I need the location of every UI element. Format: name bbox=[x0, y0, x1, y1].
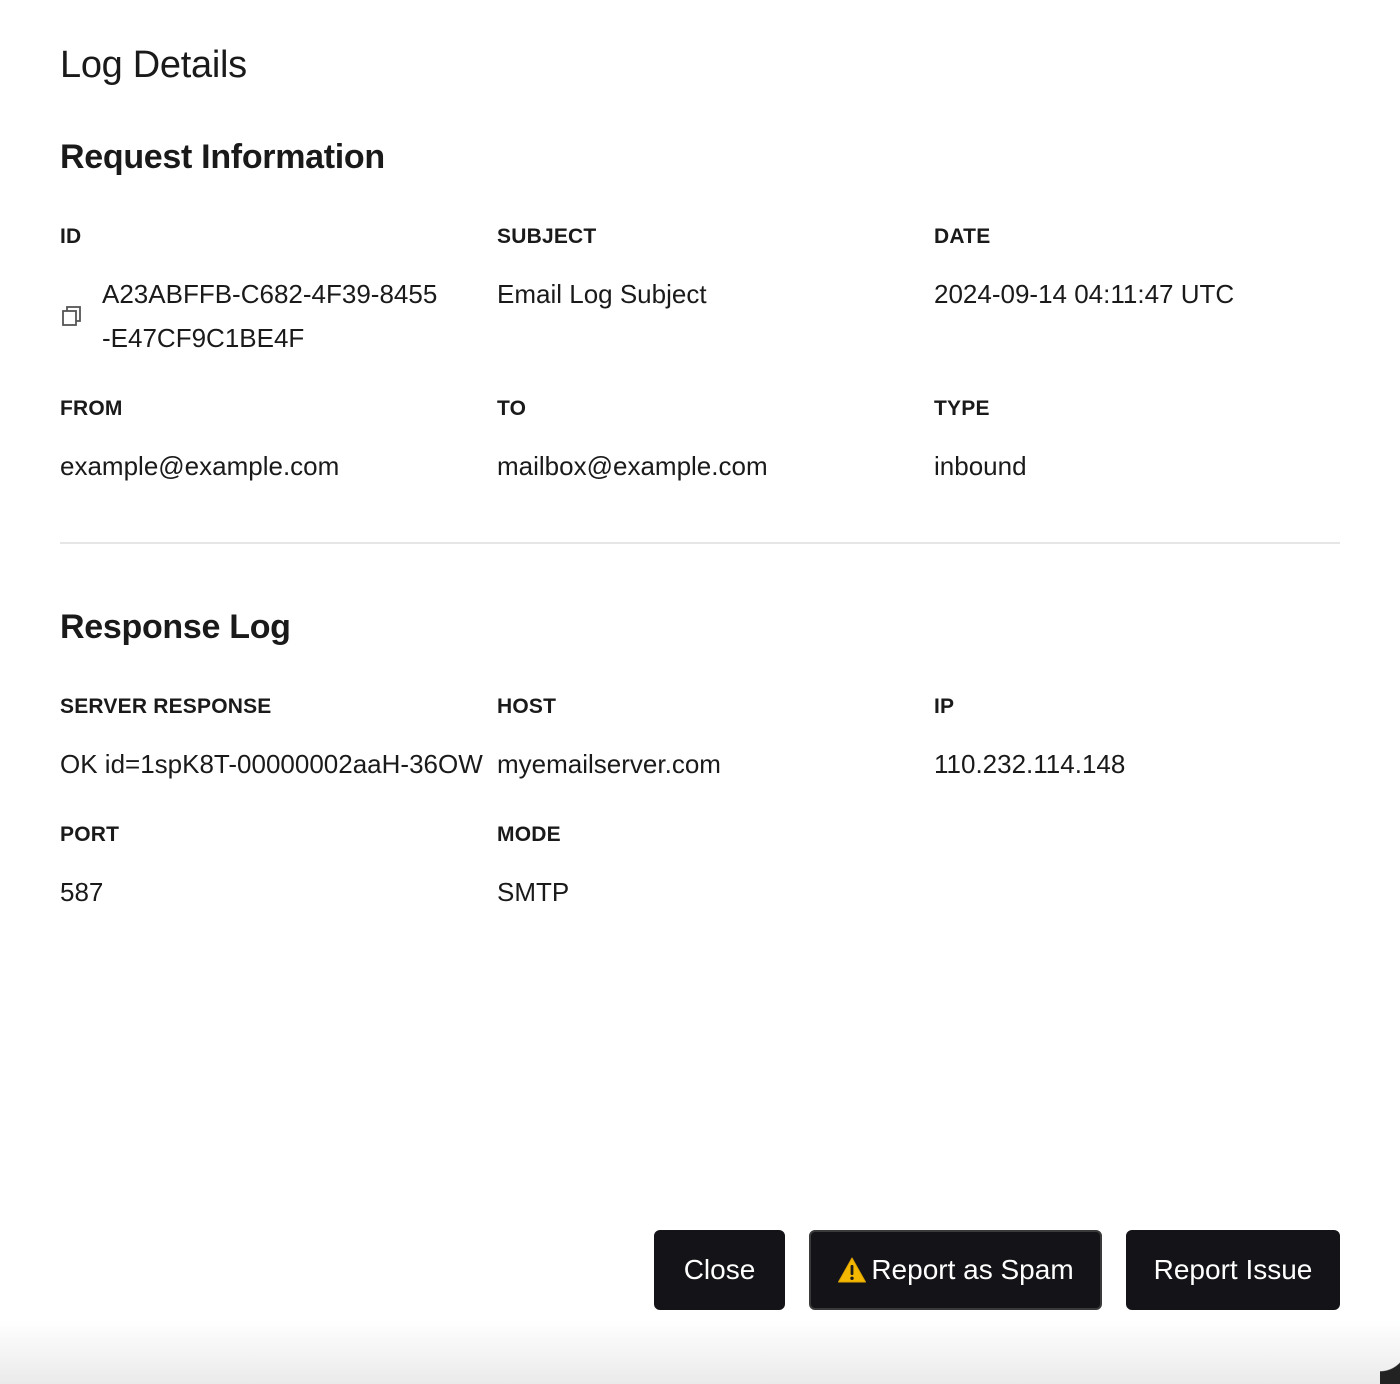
field-type-value: inbound bbox=[934, 451, 1027, 481]
field-server-response: SERVER RESPONSE OK id=1spK8T-00000002aaH… bbox=[60, 694, 490, 786]
close-button[interactable]: Close bbox=[654, 1230, 785, 1310]
field-mode-label: MODE bbox=[497, 823, 561, 846]
field-id-label: ID bbox=[60, 225, 82, 248]
field-date-value: 2024-09-14 04:11:47 UTC bbox=[934, 279, 1235, 309]
field-mode-value: SMTP bbox=[497, 877, 570, 907]
field-server-response-label: SERVER RESPONSE bbox=[60, 695, 272, 718]
field-from-label: FROM bbox=[60, 397, 123, 420]
field-id-value-row: A23ABFFB-C682-4F39-8455-E47CF9C1BE4F bbox=[60, 272, 480, 360]
field-from: FROM example@example.com bbox=[60, 396, 480, 488]
field-ip-label: IP bbox=[934, 695, 955, 718]
field-server-response-value: OK id=1spK8T-00000002aaH-36OW bbox=[60, 749, 483, 779]
dialog-title: Log Details bbox=[60, 44, 247, 86]
field-to: TO mailbox@example.com bbox=[497, 396, 917, 488]
report-spam-button-label: Report as Spam bbox=[871, 1254, 1074, 1285]
section-divider bbox=[60, 542, 1340, 544]
field-subject-label: SUBJECT bbox=[497, 225, 597, 248]
report-spam-button[interactable]: Report as Spam bbox=[809, 1230, 1102, 1310]
field-subject-value: Email Log Subject bbox=[497, 279, 707, 309]
field-type: TYPE inbound bbox=[934, 396, 1354, 488]
copy-icon[interactable] bbox=[60, 304, 84, 328]
bottom-shadow bbox=[0, 1320, 1400, 1384]
report-issue-button[interactable]: Report Issue bbox=[1126, 1230, 1340, 1310]
request-information-heading: Request Information bbox=[60, 138, 385, 176]
window-corner bbox=[1380, 1344, 1400, 1384]
field-port-value: 587 bbox=[60, 877, 104, 907]
field-to-label: TO bbox=[497, 397, 527, 420]
field-to-value: mailbox@example.com bbox=[497, 451, 768, 481]
field-host: HOST myemailserver.com bbox=[497, 694, 917, 786]
field-from-value: example@example.com bbox=[60, 451, 340, 481]
close-button-label: Close bbox=[683, 1254, 756, 1285]
field-host-value: myemailserver.com bbox=[497, 749, 721, 779]
field-date-label: DATE bbox=[934, 225, 991, 248]
field-ip: IP 110.232.114.148 bbox=[934, 694, 1354, 786]
report-issue-button-label: Report Issue bbox=[1153, 1254, 1313, 1285]
field-mode: MODE SMTP bbox=[497, 822, 917, 914]
field-subject: SUBJECT Email Log Subject bbox=[497, 224, 917, 316]
warning-icon bbox=[838, 1257, 867, 1283]
field-port: PORT 587 bbox=[60, 822, 480, 914]
field-id-value: A23ABFFB-C682-4F39-8455-E47CF9C1BE4F bbox=[102, 279, 438, 353]
field-date: DATE 2024-09-14 04:11:47 UTC bbox=[934, 224, 1354, 316]
field-port-label: PORT bbox=[60, 823, 120, 846]
log-details-dialog: Log Details Request Information ID A23AB… bbox=[0, 0, 1400, 1384]
field-host-label: HOST bbox=[497, 695, 557, 718]
field-id: ID A23ABFFB-C682-4F39-8455-E47CF9C1BE4F bbox=[60, 224, 480, 360]
field-ip-value: 110.232.114.148 bbox=[934, 749, 1126, 779]
field-type-label: TYPE bbox=[934, 397, 990, 420]
response-log-heading: Response Log bbox=[60, 608, 291, 646]
